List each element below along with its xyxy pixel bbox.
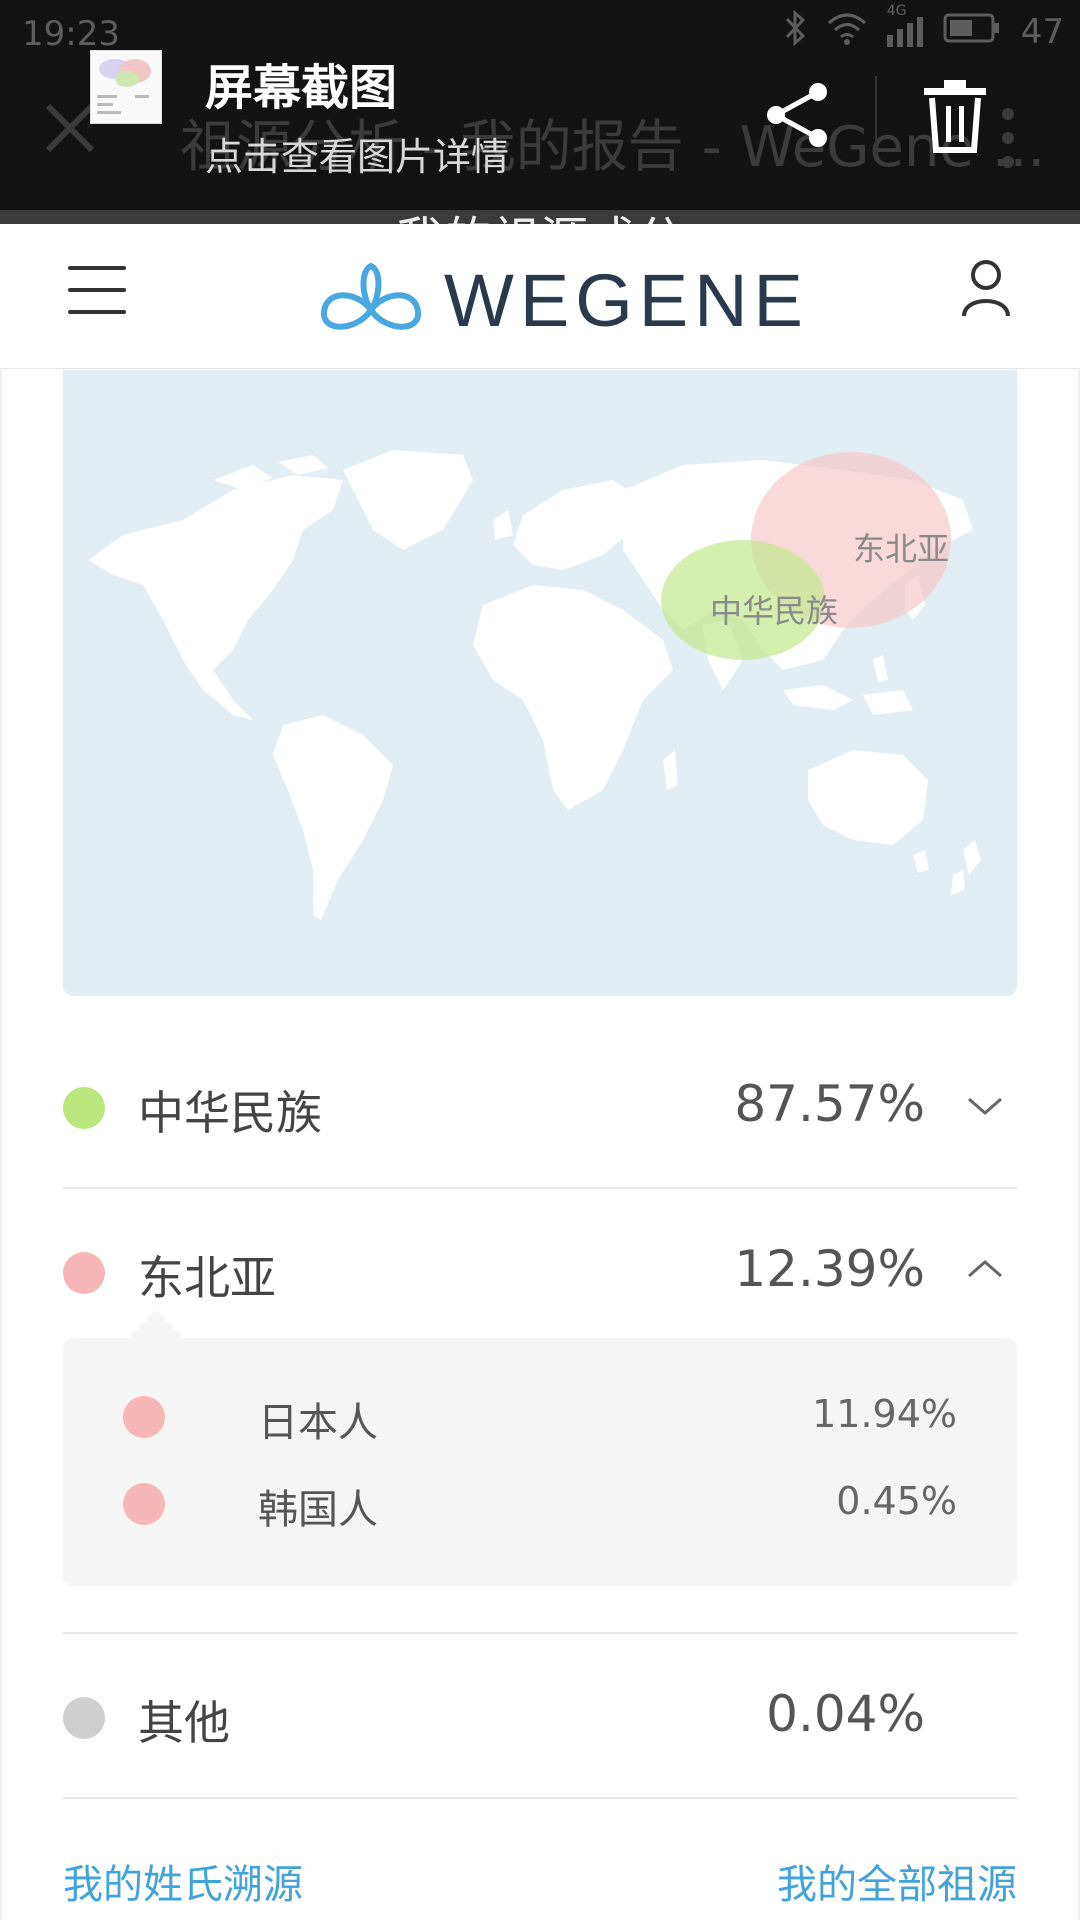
status-time: 19:23 — [22, 14, 120, 54]
divider — [63, 1797, 1017, 1799]
ancestry-percent: 0.04% — [766, 1685, 925, 1743]
battery-icon — [943, 12, 1001, 53]
color-dot — [123, 1396, 165, 1438]
ancestry-label: 东北亚 — [138, 1251, 276, 1305]
notification-title: 屏幕截图 — [205, 60, 398, 116]
all-ancestry-link[interactable]: 我的全部祖源 — [777, 1852, 1017, 1910]
chevron-up-icon[interactable] — [965, 1254, 1005, 1284]
sub-ancestry-label: 韩国人 — [258, 1487, 378, 1533]
delete-button[interactable] — [920, 78, 990, 154]
subpanel-notch — [128, 1310, 184, 1338]
ancestry-percent: 87.57% — [734, 1075, 925, 1133]
more-icon — [1000, 108, 1016, 172]
battery-level: 47 — [1020, 12, 1064, 52]
user-button[interactable] — [960, 258, 1012, 318]
menu-button[interactable] — [68, 266, 126, 314]
status-icons: 4G 47 — [783, 3, 1064, 55]
bluetooth-icon — [783, 9, 807, 55]
color-dot — [63, 1697, 105, 1739]
ancestry-label: 其他 — [138, 1696, 230, 1750]
sub-ancestry-row-japanese: 日本人 11.94% — [123, 1388, 957, 1448]
share-icon — [767, 83, 827, 147]
northeast-asia-breakdown: 日本人 11.94% 韩国人 0.45% — [63, 1338, 1017, 1586]
network-type: 4G — [886, 3, 907, 19]
logo-text: WEGENE — [444, 258, 809, 342]
sub-ancestry-percent: 11.94% — [812, 1392, 957, 1436]
chevron-down-icon[interactable] — [965, 1091, 1005, 1121]
sub-ancestry-label: 日本人 — [258, 1400, 378, 1446]
notification-subtitle[interactable]: 点击查看图片详情 — [205, 126, 509, 181]
ancestry-row-northeast-asia[interactable]: 东北亚 12.39% — [63, 1220, 1017, 1320]
map-label-chinese: 中华民族 — [710, 592, 838, 630]
app-header: WEGENE — [0, 224, 1080, 369]
ancestry-percent: 12.39% — [734, 1240, 925, 1298]
divider — [875, 76, 877, 156]
signal-icon: 4G — [886, 3, 923, 47]
share-button[interactable] — [762, 80, 834, 150]
divider — [63, 1632, 1017, 1634]
ancestry-label: 中华民族 — [138, 1086, 322, 1140]
divider — [63, 1187, 1017, 1189]
wegene-logo-icon — [321, 262, 421, 330]
world-map: 东北亚 中华民族 — [88, 450, 981, 920]
ancestry-row-other[interactable]: 其他 0.04% — [63, 1665, 1017, 1765]
screenshot-thumbnail[interactable] — [90, 50, 162, 124]
sub-ancestry-row-korean: 韩国人 0.45% — [123, 1475, 957, 1535]
logo[interactable]: WEGENE — [316, 258, 809, 342]
screenshot-notification[interactable]: 19:23 4G 47 祖源分析 - 我的报告 - WeGene ... 屏幕截… — [0, 0, 1080, 210]
color-dot — [63, 1087, 105, 1129]
ancestry-map[interactable]: 东北亚 中华民族 — [63, 370, 1017, 996]
color-dot — [63, 1252, 105, 1294]
surname-origin-link[interactable]: 我的姓氏溯源 — [63, 1852, 303, 1910]
ancestry-row-chinese[interactable]: 中华民族 87.57% — [63, 1055, 1017, 1155]
user-icon — [962, 260, 1010, 317]
sub-ancestry-percent: 0.45% — [836, 1479, 957, 1523]
map-label-northeast-asia: 东北亚 — [853, 530, 949, 568]
color-dot — [123, 1483, 165, 1525]
trash-icon — [924, 80, 986, 153]
wifi-icon — [827, 11, 867, 54]
